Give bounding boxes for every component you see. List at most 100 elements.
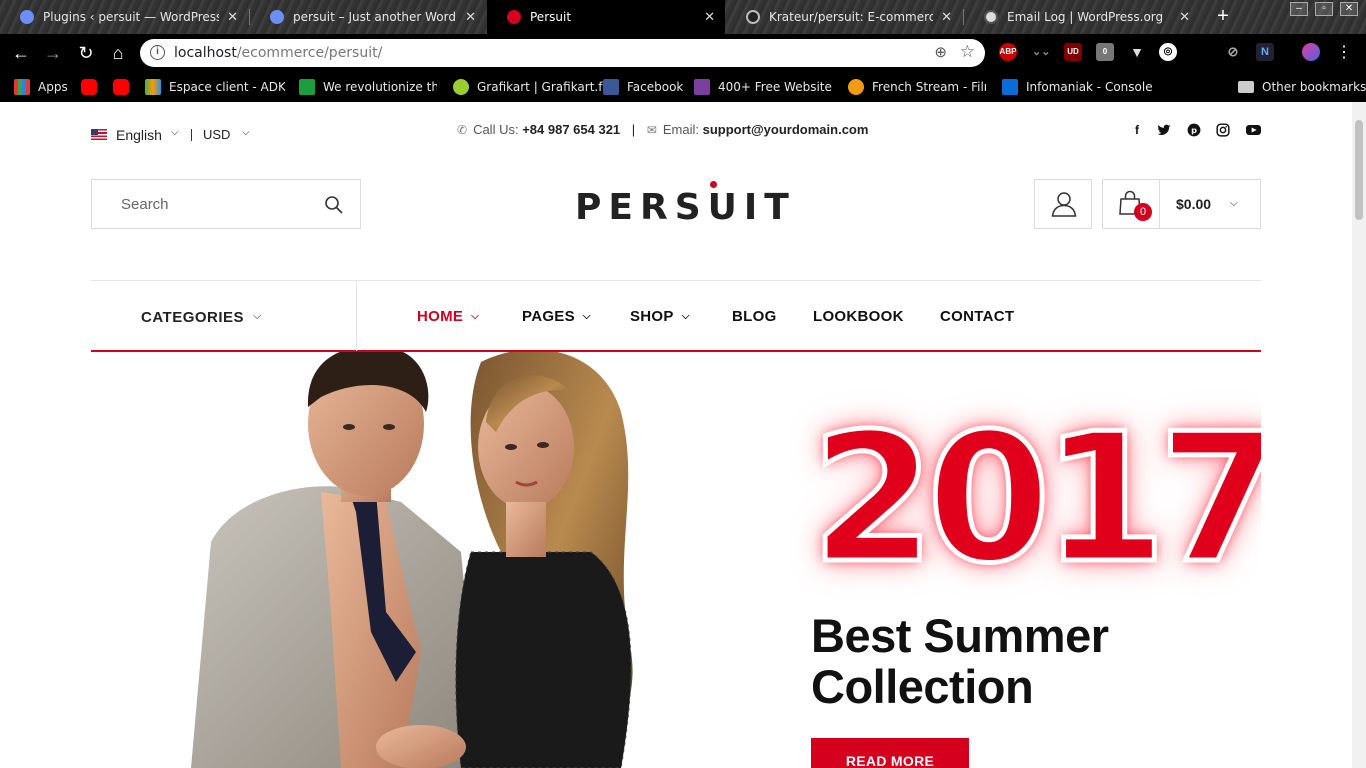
extension-icon[interactable]: ⊘	[1224, 43, 1242, 61]
bookmark-item[interactable]: We revolutionize the t	[299, 78, 437, 96]
hero-couple-image	[191, 352, 633, 768]
bookmark-star-icon[interactable]: ☆	[960, 42, 975, 62]
nav-item-shop[interactable]: SHOP ⌵	[630, 308, 690, 325]
bookmark-item[interactable]: Grafikart | Grafikart.fr	[453, 78, 607, 96]
account-button[interactable]	[1034, 179, 1092, 229]
extension-icon[interactable]: N	[1256, 43, 1274, 61]
bookmark-item[interactable]: Espace client - ADK M	[145, 78, 285, 96]
apps-grid-icon	[14, 79, 30, 95]
phone-number[interactable]: +84 987 654 321	[522, 122, 620, 137]
bookmark-youtube[interactable]	[81, 78, 105, 96]
read-more-button[interactable]: READ MORE	[811, 738, 969, 768]
pinterest-icon[interactable]: p	[1187, 123, 1201, 137]
ublock-icon[interactable]: UD	[1064, 43, 1082, 61]
youtube-icon	[113, 79, 129, 95]
youtube-icon[interactable]	[1246, 123, 1261, 137]
extension-icon[interactable]: 0	[1096, 43, 1114, 61]
tab-title: persuit – Just another WordPress	[293, 10, 457, 24]
search-box	[91, 179, 361, 229]
back-icon[interactable]: ←	[10, 42, 32, 64]
chevron-down-icon[interactable]: ⌵	[171, 127, 179, 138]
logo-dot	[710, 181, 717, 188]
bookmark-favicon-icon	[145, 79, 161, 95]
nav-item-home[interactable]: HOME ⌵	[417, 308, 479, 325]
minimize-icon[interactable]: –	[1290, 2, 1308, 16]
browser-tab[interactable]: Plugins ‹ persuit — WordPress ✕	[0, 0, 248, 34]
hero-year: 2017	[808, 395, 1261, 602]
tab-close-icon[interactable]: ✕	[704, 10, 715, 25]
nav-item-pages[interactable]: PAGES ⌵	[522, 308, 591, 325]
forward-icon[interactable]: →	[42, 42, 64, 64]
divider	[1159, 180, 1160, 228]
hero-headline: Best Summer Collection	[811, 609, 1109, 713]
address-bar[interactable]: i localhost/ecommerce/persuit/ ⊕ ☆	[140, 39, 985, 67]
bookmark-youtube[interactable]	[113, 78, 137, 96]
bookmark-item[interactable]: Facebook	[603, 78, 683, 96]
language-selector[interactable]: English	[116, 127, 162, 143]
chevron-down-icon: ⌵	[1230, 198, 1238, 209]
tab-close-icon[interactable]: ✕	[941, 10, 952, 25]
phone-icon: ✆	[457, 123, 468, 137]
bookmark-favicon-icon	[694, 79, 710, 95]
nav-item-lookbook[interactable]: LOOKBOOK	[813, 308, 904, 325]
scrollbar-thumb[interactable]	[1355, 120, 1363, 220]
contact-info: ✆ Call Us: +84 987 654 321 | ✉ Email: supp…	[457, 122, 869, 137]
page-scrollbar[interactable]	[1352, 102, 1366, 768]
close-window-icon[interactable]: ✕	[1340, 2, 1358, 16]
tab-favicon-icon	[270, 10, 284, 24]
email-link[interactable]: support@yourdomain.com	[703, 122, 869, 137]
bookmark-apps[interactable]: Apps	[14, 78, 68, 96]
url-text[interactable]: localhost/ecommerce/persuit/	[174, 45, 382, 61]
search-icon[interactable]	[324, 195, 344, 215]
tab-close-icon[interactable]: ✕	[227, 10, 238, 25]
browser-tab[interactable]: Email Log | WordPress.org ✕	[964, 0, 1200, 34]
top-bar: English ⌵ USD ⌵ ✆ Call Us: +84 987 654 32…	[91, 120, 1261, 144]
bookmark-favicon-icon	[848, 79, 864, 95]
site-logo[interactable]: PERSUIT	[575, 187, 796, 228]
tab-title: Plugins ‹ persuit — WordPress	[43, 10, 220, 24]
browser-toolbar: ← → ↻ ⌂ i localhost/ecommerce/persuit/ ⊕…	[0, 34, 1366, 72]
bookmark-item[interactable]: French Stream - Films	[848, 78, 986, 96]
restore-icon[interactable]: ▫	[1315, 2, 1333, 16]
reload-icon[interactable]: ↻	[75, 42, 97, 64]
us-flag-icon	[91, 129, 107, 140]
web-page: English ⌵ USD ⌵ ✆ Call Us: +84 987 654 32…	[0, 102, 1352, 768]
instagram-icon[interactable]	[1216, 123, 1230, 137]
vue-devtools-icon[interactable]: ▼	[1128, 43, 1146, 61]
nav-item-blog[interactable]: BLOG	[732, 308, 777, 325]
extension-icon[interactable]: ⌄⌄	[1032, 43, 1050, 61]
tab-close-icon[interactable]: ✕	[465, 10, 476, 25]
adblock-plus-icon[interactable]: ABP	[999, 43, 1017, 61]
home-icon[interactable]: ⌂	[107, 42, 129, 64]
currency-selector[interactable]: USD	[203, 127, 230, 142]
facebook-icon	[603, 79, 619, 95]
browser-tab-active[interactable]: Persuit ✕	[487, 0, 725, 34]
twitter-icon[interactable]	[1157, 123, 1171, 137]
bookmark-favicon-icon	[299, 79, 315, 95]
nav-item-contact[interactable]: CONTACT	[940, 308, 1014, 325]
folder-icon	[1238, 81, 1254, 93]
tab-close-icon[interactable]: ✕	[1179, 10, 1190, 25]
profile-avatar[interactable]	[1302, 43, 1320, 61]
search-input[interactable]	[92, 180, 312, 228]
other-bookmarks[interactable]: Other bookmarks	[1238, 78, 1366, 96]
browser-tab[interactable]: Krateur/persuit: E-commerce We ✕	[726, 0, 962, 34]
bookmark-item[interactable]: 400+ Free Website Ter	[694, 78, 832, 96]
new-tab-icon[interactable]: +	[1212, 5, 1234, 27]
bookmark-favicon-icon	[453, 79, 469, 95]
facebook-icon[interactable]: f	[1130, 123, 1144, 137]
categories-menu[interactable]: CATEGORIES ⌵	[91, 281, 357, 351]
hero-banner: 2017 Best Summer Collection READ MORE	[91, 352, 1261, 768]
menu-kebab-icon[interactable]: ⋮	[1333, 42, 1355, 64]
tab-title: Krateur/persuit: E-commerce We	[769, 10, 934, 24]
browser-tab[interactable]: persuit – Just another WordPress ✕	[250, 0, 486, 34]
extension-icon[interactable]: ◎	[1159, 43, 1177, 61]
zoom-icon[interactable]: ⊕	[934, 43, 947, 61]
tab-favicon-icon	[507, 10, 521, 24]
cart-button[interactable]: 0 $0.00 ⌵	[1102, 179, 1261, 229]
site-info-icon[interactable]: i	[150, 45, 165, 60]
bookmark-item[interactable]: Infomaniak - Console	[1002, 78, 1153, 96]
chevron-down-icon[interactable]: ⌵	[242, 127, 250, 138]
browser-tab-strip: Plugins ‹ persuit — WordPress ✕ persuit …	[0, 0, 1366, 34]
cart-total: $0.00	[1176, 196, 1212, 212]
